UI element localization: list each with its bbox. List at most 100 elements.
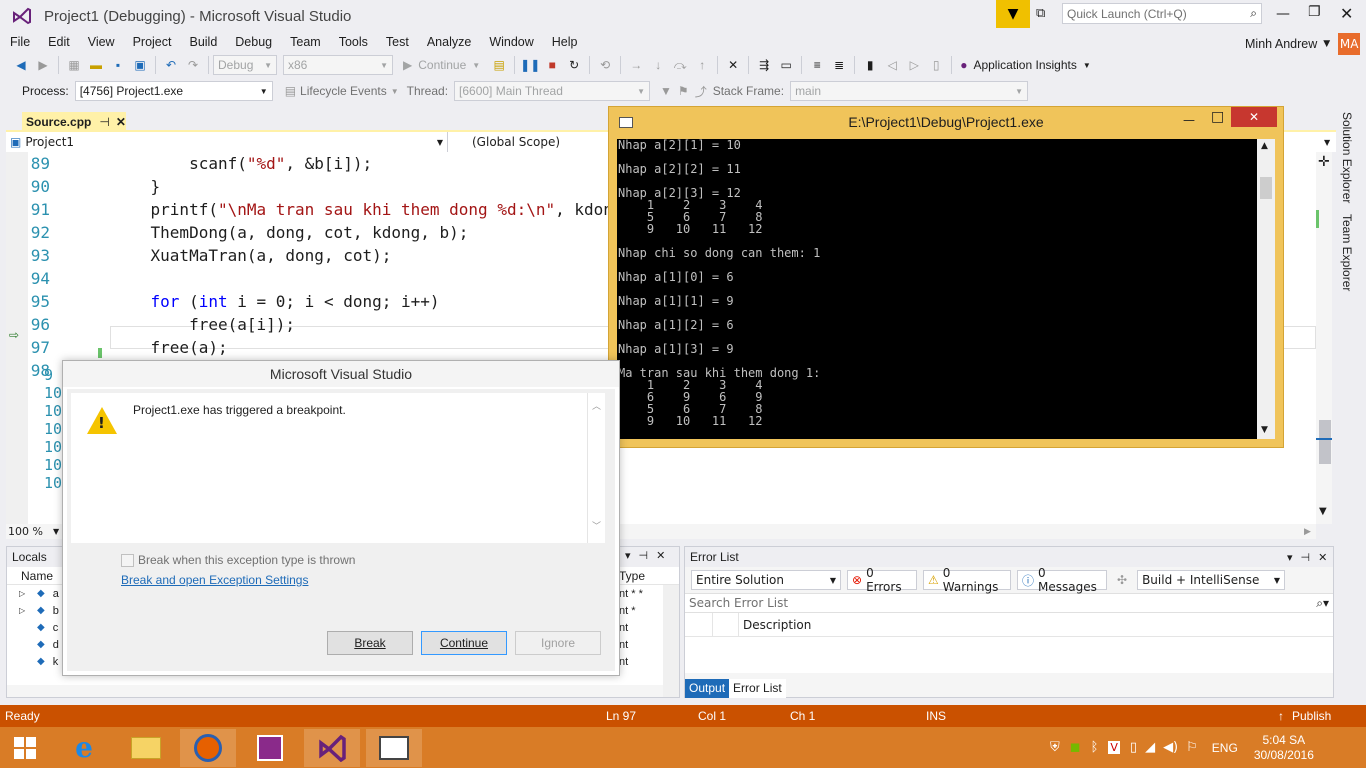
scope-filter-select[interactable]: Entire Solution ▼ <box>691 570 841 590</box>
filter-icon[interactable]: ▼ <box>660 84 672 98</box>
configuration-select[interactable]: Debug ▼ <box>213 55 277 75</box>
firefox-taskbar[interactable] <box>180 728 236 767</box>
back-icon[interactable]: ◀ <box>12 56 30 74</box>
internet-explorer-taskbar[interactable]: e <box>56 729 112 767</box>
pin-icon[interactable]: ⊣ <box>99 115 109 129</box>
menu-item-edit[interactable]: Edit <box>48 35 70 49</box>
menu-item-project[interactable]: Project <box>133 35 172 49</box>
console-taskbar[interactable] <box>366 728 422 767</box>
column-name[interactable]: Name <box>21 569 53 583</box>
pin-icon[interactable]: ⊣ <box>639 549 649 562</box>
undo-icon[interactable]: ↶ <box>162 56 180 74</box>
thread-icon[interactable]: ⇶ <box>755 56 773 74</box>
user-account[interactable]: Minh Andrew ▼ MA <box>1245 33 1361 55</box>
step-over-icon[interactable]: ⤼ <box>671 56 689 74</box>
tab-output[interactable]: Output <box>685 679 730 698</box>
notification-flag-button[interactable]: ▼ <box>996 0 1030 28</box>
step-into-icon[interactable]: ↓ <box>649 56 667 74</box>
editor-vertical-scrollbar[interactable]: ✛ ▼ <box>1316 152 1332 524</box>
scope-select[interactable]: (Global Scope) <box>460 132 620 152</box>
scrollbar-thumb[interactable] <box>1260 177 1272 199</box>
chevron-down-icon[interactable]: ▼ <box>53 527 59 536</box>
attach-icon[interactable]: ▤ <box>490 56 508 74</box>
stack-icon[interactable]: ⤴ <box>695 83 707 100</box>
lifecycle-events-button[interactable]: Lifecycle Events <box>300 84 387 98</box>
prev-bookmark-icon[interactable]: ◁ <box>883 56 901 74</box>
menu-item-debug[interactable]: Debug <box>235 35 272 49</box>
column-description[interactable]: Description <box>743 618 811 632</box>
thread-select[interactable]: [6600] Main Thread ▼ <box>454 81 651 101</box>
hot-reload-icon[interactable]: ⟲ <box>596 56 614 74</box>
exception-checkbox-row[interactable]: Break when this exception type is thrown <box>121 553 355 567</box>
scroll-up-icon[interactable]: ︿ <box>592 399 601 412</box>
menu-item-analyze[interactable]: Analyze <box>427 35 471 49</box>
break-button[interactable]: Break <box>327 631 413 655</box>
error-search-input[interactable]: Search Error List ⌕▾ <box>685 593 1333 613</box>
menu-item-build[interactable]: Build <box>189 35 217 49</box>
close-button[interactable]: ✕ <box>1340 4 1353 23</box>
winrar-taskbar[interactable] <box>242 729 298 767</box>
comment-icon[interactable]: ▭ <box>777 56 795 74</box>
shield-icon[interactable]: ⛨ <box>1050 740 1060 755</box>
battery-icon[interactable]: ▯ <box>1130 740 1137 755</box>
clear-bookmarks-icon[interactable]: ▯ <box>927 56 945 74</box>
dropdown-icon[interactable]: ▾ <box>625 549 631 562</box>
console-scrollbar[interactable]: ▲ ▼ <box>1257 139 1275 439</box>
continue-button[interactable]: ▶ Continue ▼ <box>403 58 480 72</box>
close-tab-icon[interactable]: ✕ <box>116 115 126 129</box>
expand-icon[interactable]: ▷ <box>19 589 33 598</box>
message-scrollbar[interactable]: ︿ ﹀ <box>587 393 605 543</box>
scroll-down-icon[interactable]: ▼ <box>1261 425 1268 435</box>
scroll-down-icon[interactable]: ﹀ <box>592 519 601 532</box>
menu-item-file[interactable]: File <box>10 35 30 49</box>
action-center-icon[interactable]: ⚐ <box>1186 740 1198 755</box>
solution-explorer-tab[interactable]: Solution Explorer <box>1340 112 1354 203</box>
split-icon[interactable]: ✛ <box>1318 154 1330 170</box>
dropdown-icon[interactable]: ▾ <box>1287 551 1293 564</box>
tab-source-cpp[interactable]: Source.cpp ⊣ ✕ <box>22 112 126 131</box>
minimize-button[interactable]: — <box>1276 6 1290 22</box>
pause-icon[interactable]: ❚❚ <box>520 56 540 74</box>
scroll-right-icon[interactable]: ▶ <box>1304 527 1311 537</box>
warnings-filter-button[interactable]: ⚠ 0 Warnings <box>923 566 1011 594</box>
show-next-statement-icon[interactable]: → <box>627 56 645 74</box>
locals-scrollbar[interactable] <box>663 585 679 697</box>
signal-icon[interactable]: ◢ <box>1145 740 1155 755</box>
redo-icon[interactable]: ↷ <box>184 56 202 74</box>
scroll-down-icon[interactable]: ▼ <box>1319 506 1327 517</box>
menu-item-team[interactable]: Team <box>290 35 321 49</box>
breakpoint-toggle-icon[interactable]: ✕ <box>724 56 742 74</box>
build-source-select[interactable]: Build + IntelliSense ▼ <box>1137 570 1286 590</box>
platform-select[interactable]: x86 ▼ <box>283 55 393 75</box>
feedback-icon[interactable]: ⧉ <box>1036 6 1045 21</box>
tab-error-list[interactable]: Error List <box>729 679 786 698</box>
application-insights-button[interactable]: ● Application Insights ▼ <box>960 58 1091 72</box>
stack-frame-select[interactable]: main ▼ <box>790 81 1029 101</box>
forward-icon[interactable]: ▶ <box>34 56 52 74</box>
bookmark-icon[interactable]: ▮ <box>861 56 879 74</box>
project-select[interactable]: ▣ Project1 ▼ <box>6 132 448 152</box>
nvidia-icon[interactable]: ◼ <box>1070 740 1081 755</box>
start-button[interactable] <box>0 729 50 767</box>
volume-icon[interactable]: ◀) <box>1163 740 1178 755</box>
close-icon[interactable]: ✕ <box>656 549 665 562</box>
exception-settings-link[interactable]: Break and open Exception Settings <box>121 573 308 587</box>
expand-icon[interactable]: ▷ <box>19 606 33 615</box>
step-out-icon[interactable]: ↑ <box>693 56 711 74</box>
stop-icon[interactable]: ■ <box>543 56 561 74</box>
language-indicator[interactable]: ENG <box>1212 741 1238 755</box>
new-project-icon[interactable]: ▦ <box>65 56 83 74</box>
close-icon[interactable]: ✕ <box>1318 551 1327 564</box>
scroll-up-icon[interactable]: ▲ <box>1261 141 1268 151</box>
clock[interactable]: 5:04 SA 30/08/2016 <box>1254 733 1314 763</box>
zoom-level[interactable]: 100 % <box>8 525 43 538</box>
restart-icon[interactable]: ↻ <box>565 56 583 74</box>
column-type[interactable]: Type <box>619 569 645 583</box>
visual-studio-taskbar[interactable] <box>304 728 360 767</box>
publish-button[interactable]: ↑ Publish <box>1278 709 1331 723</box>
save-all-icon[interactable]: ▣ <box>131 56 149 74</box>
maximize-button[interactable]: □ <box>1211 109 1224 125</box>
exception-checkbox[interactable] <box>121 553 134 567</box>
bluetooth-icon[interactable]: ᛒ <box>1091 740 1099 755</box>
maximize-button[interactable]: ❐ <box>1308 4 1321 20</box>
